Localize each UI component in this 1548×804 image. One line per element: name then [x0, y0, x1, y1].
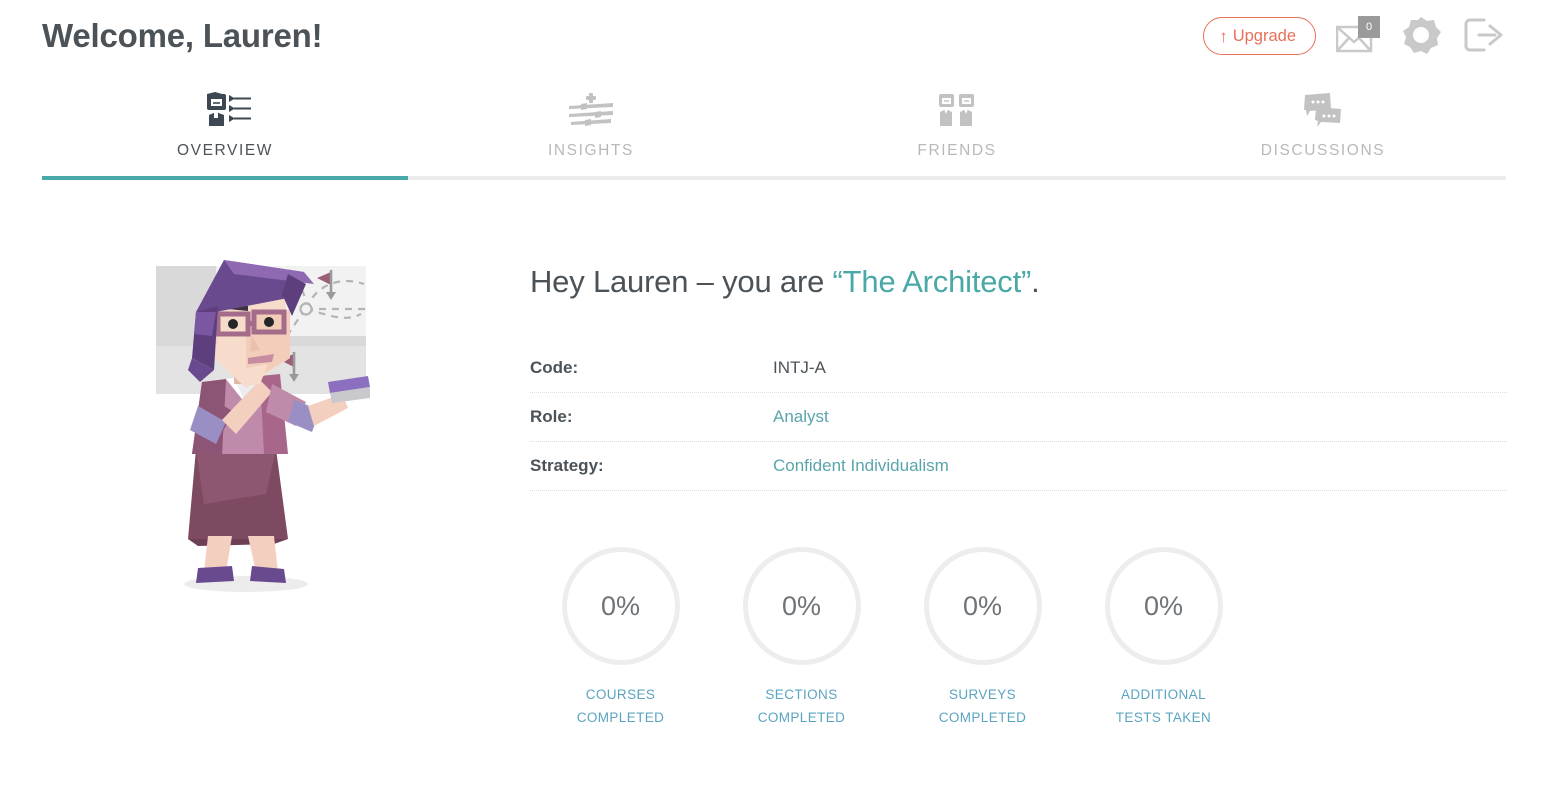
stat-courses-percent: 0% — [600, 590, 641, 621]
stat-additional-tests-taken[interactable]: 0% ADDITIONAL TESTS TAKEN — [1073, 547, 1254, 729]
architect-character-illustration — [156, 254, 416, 729]
tab-insights[interactable]: INSIGHTS — [408, 72, 774, 176]
greeting-prefix: Hey Lauren – you are — [530, 264, 833, 299]
info-row-strategy: Strategy: Confident Individualism — [530, 442, 1507, 491]
stat-sections-completed[interactable]: 0% SECTIONS COMPLETED — [711, 547, 892, 729]
content-column: Hey Lauren – you are “The Architect”. Co… — [530, 242, 1507, 729]
tab-overview-underline — [42, 176, 408, 180]
stat-sections-percent: 0% — [781, 590, 822, 621]
stat-surveys-percent: 0% — [962, 590, 1003, 621]
stat-surveys-completed[interactable]: 0% SURVEYS COMPLETED — [892, 547, 1073, 729]
tab-insights-label: INSIGHTS — [547, 142, 634, 159]
stat-surveys-label: SURVEYS COMPLETED — [938, 687, 1027, 726]
header-actions: ↑ Upgrade 0 — [1203, 14, 1506, 59]
upgrade-button-label: Upgrade — [1232, 26, 1296, 45]
page-title: Welcome, Lauren! — [42, 17, 323, 54]
info-label-code: Code: — [530, 358, 579, 377]
stat-courses-label: COURSES COMPLETED — [576, 687, 665, 726]
greeting-suffix: . — [1031, 264, 1040, 299]
two-people-icon — [931, 92, 983, 128]
stat-additional-tests-label: ADDITIONAL TESTS TAKEN — [1115, 687, 1212, 726]
messages-badge-count: 0 — [1358, 16, 1380, 38]
info-value-role-link[interactable]: Analyst — [773, 407, 829, 427]
stat-courses-ring: 0% — [561, 547, 680, 665]
settings-button[interactable] — [1400, 14, 1442, 59]
stat-additional-tests-percent: 0% — [1143, 590, 1184, 621]
logout-button[interactable] — [1462, 16, 1506, 57]
tab-discussions[interactable]: DISCUSSIONS — [1140, 72, 1506, 176]
speech-bubbles-icon — [1297, 92, 1349, 128]
tab-bar: OVERVIEW INSIGHTS FRIENDS DISCUSSIONS — [42, 72, 1506, 180]
info-row-role: Role: Analyst — [530, 393, 1507, 442]
stat-courses-completed[interactable]: 0% COURSES COMPLETED — [530, 547, 711, 729]
tab-insights-underline — [408, 176, 774, 180]
personality-type-name: “The Architect” — [832, 264, 1032, 299]
tab-bar-wrapper: OVERVIEW INSIGHTS FRIENDS DISCUSSIONS — [0, 72, 1548, 180]
personality-greeting: Hey Lauren – you are “The Architect”. — [530, 264, 1507, 300]
stat-surveys-ring: 0% — [923, 547, 1042, 665]
main-content: Hey Lauren – you are “The Architect”. Co… — [0, 180, 1548, 729]
info-value-strategy-link[interactable]: Confident Individualism — [773, 456, 949, 476]
stat-sections-ring: 0% — [742, 547, 861, 665]
tab-discussions-label: DISCUSSIONS — [1260, 142, 1386, 159]
progress-stats: 0% COURSES COMPLETED 0% SECTIONS COMPLET… — [530, 547, 1507, 729]
tab-friends-label: FRIENDS — [917, 142, 997, 159]
envelope-icon: 0 — [1335, 16, 1380, 56]
tab-overview-label: OVERVIEW — [176, 142, 274, 159]
profile-arrows-icon — [196, 92, 254, 128]
tab-overview[interactable]: OVERVIEW — [42, 72, 408, 180]
messages-button[interactable]: 0 — [1335, 16, 1380, 56]
stat-sections-label: SECTIONS COMPLETED — [757, 687, 846, 726]
info-row-code: Code: INTJ-A — [530, 344, 1507, 393]
info-value-code: INTJ-A — [773, 358, 826, 377]
sliders-icon — [565, 92, 617, 128]
tab-friends[interactable]: FRIENDS — [774, 72, 1140, 176]
info-label-strategy: Strategy: — [530, 456, 604, 475]
gear-icon — [1400, 14, 1442, 59]
info-label-role: Role: — [530, 407, 573, 426]
illustration-column — [42, 242, 530, 729]
arrow-up-icon: ↑ — [1219, 26, 1228, 46]
page-header: Welcome, Lauren! ↑ Upgrade 0 — [0, 0, 1548, 72]
stat-additional-tests-ring: 0% — [1104, 547, 1223, 665]
tab-friends-underline — [774, 176, 1140, 180]
tab-discussions-underline — [1140, 176, 1506, 180]
personality-info-table: Code: INTJ-A Role: Analyst Strategy: Con… — [530, 344, 1507, 491]
logout-icon — [1462, 16, 1506, 57]
upgrade-button[interactable]: ↑ Upgrade — [1203, 17, 1316, 55]
